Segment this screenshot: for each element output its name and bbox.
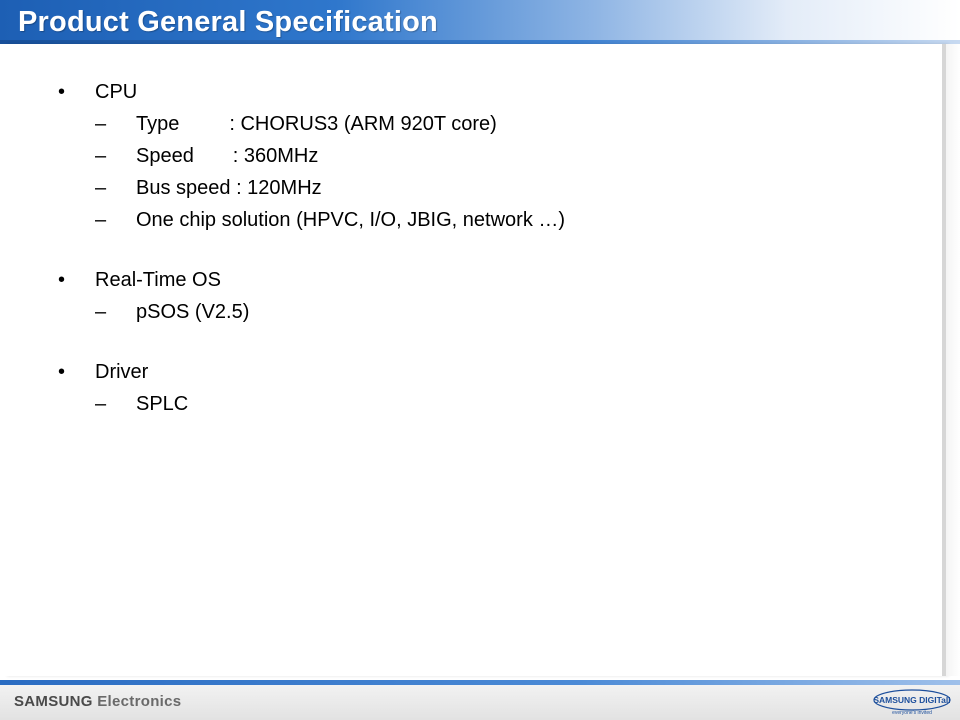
list-item-text: One chip solution (HPVC, I/O, JBIG, netw… — [136, 209, 566, 231]
dash-marker: – — [95, 301, 107, 323]
list-item: – Bus speed : 120MHz — [95, 172, 959, 204]
dash-marker: – — [95, 113, 107, 135]
list-item: – SPLC — [95, 388, 959, 420]
page-title: Product General Specification — [18, 6, 438, 38]
bullet-marker: • — [58, 81, 66, 103]
dash-marker: – — [95, 393, 107, 415]
footer-brand: SAMSUNG Electronics — [14, 692, 181, 712]
section-label: Real-Time OS — [95, 269, 221, 291]
dash-marker: – — [95, 209, 107, 231]
samsung-digitall-logo-icon: SAMSUNG DIGITall everyone's invited — [872, 688, 952, 716]
list-item-text: Bus speed : 120MHz — [136, 177, 322, 199]
header-bar: Product General Specification — [0, 0, 960, 44]
list-item-text: Speed : 360MHz — [136, 145, 319, 167]
sub-list: – Type : CHORUS3 (ARM 920T core) – Speed :… — [95, 108, 918, 236]
section-label: Driver — [95, 361, 149, 383]
list-item: – Speed : 360MHz — [95, 140, 959, 172]
list-item-text: Type : CHORUS3 (ARM 920T core) — [136, 113, 497, 135]
bullet-marker: • — [58, 269, 66, 291]
brand-secondary: Electronics — [97, 693, 182, 710]
list-item: – Type : CHORUS3 (ARM 920T core) — [95, 108, 959, 140]
logo-text: SAMSUNG DIGITall — [873, 695, 950, 705]
list-item-text: pSOS (V2.5) — [136, 301, 250, 323]
logo-tagline: everyone's invited — [892, 710, 932, 716]
list-item: – pSOS (V2.5) — [95, 296, 959, 328]
dash-marker: – — [95, 177, 107, 199]
logo-graphic: SAMSUNG DIGITall everyone's invited — [873, 689, 951, 716]
bullet-marker: • — [58, 361, 66, 383]
spec-section-driver: • Driver – SPLC — [58, 356, 918, 420]
spec-section-rtos: • Real-Time OS – pSOS (V2.5) — [58, 264, 918, 328]
spec-list: • CPU – Type : CHORUS3 (ARM 920T core) – S… — [58, 76, 918, 420]
sub-list: – SPLC — [95, 388, 918, 420]
spec-section-cpu: • CPU – Type : CHORUS3 (ARM 920T core) – S… — [58, 76, 918, 236]
brand-primary: SAMSUNG — [14, 693, 93, 710]
section-label: CPU — [95, 81, 138, 103]
list-item: – One chip solution (HPVC, I/O, JBIG, net… — [95, 204, 959, 236]
dash-marker: – — [95, 145, 107, 167]
list-item-text: SPLC — [136, 393, 189, 415]
sub-list: – pSOS (V2.5) — [95, 296, 918, 328]
